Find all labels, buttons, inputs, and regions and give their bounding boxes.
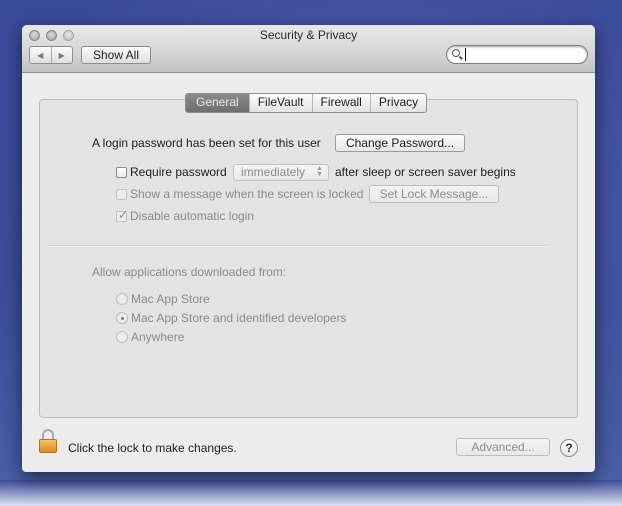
lock-button[interactable] <box>39 429 57 454</box>
radio-label-anywhere: Anywhere <box>131 330 185 344</box>
back-forward-control: ◀ ▶ <box>29 46 73 64</box>
radio-selected-dot <box>120 316 124 320</box>
search-icon <box>452 49 460 57</box>
back-arrow-icon: ◀ <box>37 50 44 60</box>
radio-mac-app-store[interactable] <box>116 293 128 305</box>
radio-label-mac-app-store: Mac App Store <box>131 292 210 306</box>
security-privacy-window: Security & Privacy ◀ ▶ Show All General … <box>22 25 595 472</box>
require-password-label: Require password <box>130 165 227 179</box>
search-input[interactable] <box>465 47 580 61</box>
advanced-button[interactable]: Advanced... <box>456 438 550 456</box>
tab-filevault[interactable]: FileVault <box>248 94 312 112</box>
show-all-button[interactable]: Show All <box>81 46 151 64</box>
radio-identified-developers[interactable] <box>116 312 128 324</box>
set-lock-message-button[interactable]: Set Lock Message... <box>369 185 499 203</box>
lock-status-text: Click the lock to make changes. <box>68 441 237 455</box>
section-divider <box>47 245 547 246</box>
show-message-label: Show a message when the screen is locked <box>130 187 364 201</box>
disable-auto-login-label: Disable automatic login <box>130 209 255 223</box>
show-message-checkbox[interactable] <box>116 189 127 200</box>
login-password-label: A login password has been set for this u… <box>92 136 321 150</box>
help-button[interactable]: ? <box>560 439 578 457</box>
disable-auto-login-checkbox[interactable]: ✓ <box>116 208 129 222</box>
tab-privacy[interactable]: Privacy <box>369 94 426 112</box>
checkmark-icon: ✓ <box>118 208 129 222</box>
select-value: immediately <box>241 165 306 179</box>
radio-label-identified-developers: Mac App Store and identified developers <box>131 311 347 325</box>
require-password-checkbox[interactable] <box>116 167 127 178</box>
forward-arrow-icon: ▶ <box>58 50 65 60</box>
back-button[interactable]: ◀ <box>30 47 51 63</box>
search-field[interactable] <box>446 45 588 64</box>
text-caret <box>465 48 466 61</box>
toolbar: Security & Privacy ◀ ▶ Show All <box>22 25 595 73</box>
lock-icon <box>39 439 57 453</box>
tab-firewall[interactable]: Firewall <box>311 94 370 112</box>
forward-button[interactable]: ▶ <box>50 47 73 63</box>
require-password-suffix: after sleep or screen saver begins <box>335 165 516 179</box>
updown-arrows-icon: ▲ ▼ <box>316 165 323 178</box>
tab-general[interactable]: General <box>186 94 249 112</box>
window-title: Security & Privacy <box>259 28 358 42</box>
radio-anywhere[interactable] <box>116 331 128 343</box>
allow-apps-heading: Allow applications downloaded from: <box>92 265 287 279</box>
desktop-reflection <box>0 480 622 506</box>
require-password-delay-select[interactable]: immediately ▲ ▼ <box>233 164 329 181</box>
change-password-button[interactable]: Change Password... <box>335 134 465 152</box>
tab-bar: General FileVault Firewall Privacy <box>185 93 428 113</box>
